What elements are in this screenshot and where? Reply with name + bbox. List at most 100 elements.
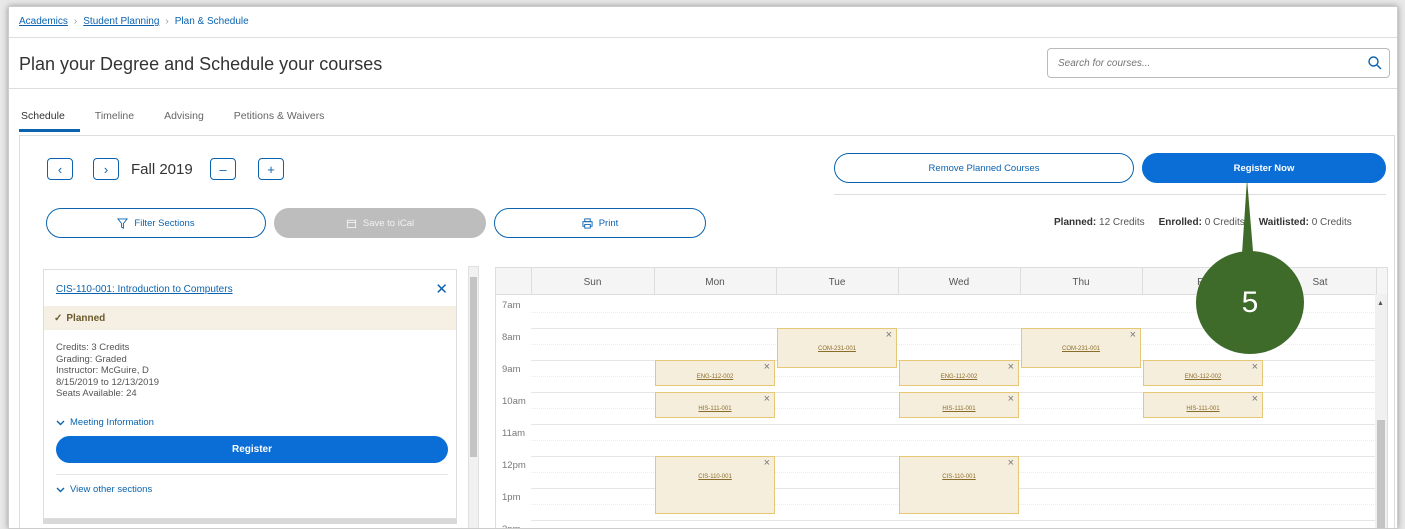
section-title-link[interactable]: CIS-110-001: Introduction to Computers [56, 284, 233, 295]
step-callout: 5 [1196, 251, 1304, 354]
chevron-right-icon: › [103, 161, 109, 177]
column-divider [1376, 268, 1377, 295]
add-term-button[interactable]: + [258, 158, 284, 180]
remove-planned-courses-button[interactable]: Remove Planned Courses [834, 153, 1134, 183]
view-other-sections-label: View other sections [70, 484, 153, 495]
register-label: Register [231, 444, 272, 455]
remove-event-icon[interactable]: × [764, 361, 770, 373]
event-course-link[interactable]: HIS-111-001 [900, 406, 1018, 412]
calendar-event[interactable]: × COM-231-001 [777, 328, 897, 368]
next-term-button[interactable]: › [93, 158, 119, 180]
remove-event-icon[interactable]: × [764, 393, 770, 405]
printer-icon [582, 217, 593, 229]
event-course-link[interactable]: ENG-112-002 [1144, 374, 1262, 380]
calendar-event[interactable]: × HIS-111-001 [1143, 392, 1263, 418]
meeting-information-toggle[interactable]: Meeting Information [56, 417, 154, 428]
remove-event-icon[interactable]: × [1252, 393, 1258, 405]
remove-event-icon[interactable]: × [1008, 361, 1014, 373]
calendar-event[interactable]: × ENG-112-002 [899, 360, 1019, 386]
column-divider [1142, 268, 1143, 295]
minus-icon: – [219, 161, 227, 177]
time-label: 7am [502, 300, 521, 311]
day-header-wed: Wed [948, 277, 970, 288]
column-divider [1020, 268, 1021, 295]
time-label: 8am [502, 332, 521, 343]
previous-term-button[interactable]: ‹ [47, 158, 73, 180]
tab-advising[interactable]: Advising [149, 110, 219, 132]
tab-petitions-waivers[interactable]: Petitions & Waivers [219, 110, 340, 132]
calendar-event[interactable]: × HIS-111-001 [655, 392, 775, 418]
plus-icon: + [267, 161, 275, 177]
event-course-link[interactable]: HIS-111-001 [656, 406, 774, 412]
meeting-information-label: Meeting Information [70, 417, 154, 428]
event-course-link[interactable]: COM-231-001 [1022, 346, 1140, 352]
grid-line [531, 424, 1376, 425]
remove-event-icon[interactable]: × [1008, 393, 1014, 405]
calendar-event[interactable]: × ENG-112-002 [1143, 360, 1263, 386]
card-shadow [43, 519, 457, 524]
remove-term-button[interactable]: – [210, 158, 236, 180]
column-divider [654, 268, 655, 295]
event-course-link[interactable]: ENG-112-002 [656, 374, 774, 380]
section-list-scrollbar[interactable] [468, 266, 479, 528]
register-button[interactable]: Register [56, 436, 448, 463]
calendar-event[interactable]: × COM-231-001 [1021, 328, 1141, 368]
term-label: Fall 2019 [131, 161, 193, 178]
view-other-sections-toggle[interactable]: View other sections [56, 484, 152, 495]
event-course-link[interactable]: HIS-111-001 [1144, 406, 1262, 412]
grid-line [531, 440, 1376, 441]
chevron-left-icon: ‹ [57, 161, 63, 177]
breadcrumb-separator: › [165, 16, 169, 27]
close-icon[interactable]: ✕ [435, 280, 448, 298]
tab-timeline[interactable]: Timeline [80, 110, 149, 132]
day-header-thu: Thu [1072, 277, 1090, 288]
remove-event-icon[interactable]: × [886, 329, 892, 341]
event-course-link[interactable]: CIS-110-001 [656, 474, 774, 480]
chevron-down-icon [56, 420, 65, 425]
scrollbar-thumb[interactable] [470, 277, 477, 457]
status-label: Planned [66, 312, 106, 324]
check-icon: ✓ [54, 312, 63, 324]
save-to-ical-button[interactable]: Save to iCal [274, 208, 486, 238]
remove-event-icon[interactable]: × [764, 457, 770, 469]
tab-schedule[interactable]: Schedule [19, 110, 80, 132]
calendar-event[interactable]: × HIS-111-001 [899, 392, 1019, 418]
filter-sections-button[interactable]: Filter Sections [46, 208, 266, 238]
breadcrumb-student-planning[interactable]: Student Planning [83, 16, 159, 27]
divider [56, 474, 448, 475]
time-label: 11am [502, 428, 526, 439]
event-course-link[interactable]: ENG-112-002 [900, 374, 1018, 380]
grid-line [531, 520, 1376, 521]
search-input[interactable] [1048, 49, 1348, 77]
day-header-tue: Tue [828, 277, 846, 288]
remove-event-icon[interactable]: × [1252, 361, 1258, 373]
save-to-ical-label: Save to iCal [362, 217, 415, 229]
column-divider [776, 268, 777, 295]
time-label: 2pm [502, 524, 520, 528]
search-icon[interactable] [1367, 55, 1383, 71]
calendar-scrollbar[interactable]: ▲ [1375, 294, 1387, 528]
scroll-up-icon[interactable]: ▲ [1377, 300, 1384, 307]
filter-icon [117, 217, 129, 229]
chevron-down-icon [56, 487, 65, 492]
calendar-event[interactable]: × ENG-112-002 [655, 360, 775, 386]
event-course-link[interactable]: COM-231-001 [778, 346, 896, 352]
remove-event-icon[interactable]: × [1130, 329, 1136, 341]
event-course-link[interactable]: CIS-110-001 [900, 474, 1018, 480]
calendar-event[interactable]: × CIS-110-001 [655, 456, 775, 514]
remove-planned-label: Remove Planned Courses [928, 162, 1040, 174]
remove-event-icon[interactable]: × [1008, 457, 1014, 469]
section-grading: Grading: Graded [56, 353, 127, 365]
day-header-sun: Sun [583, 277, 602, 288]
section-details: Credits: 3 Credits Grading: Graded Instr… [56, 342, 159, 400]
tab-bar: Schedule Timeline Advising Petitions & W… [19, 110, 339, 132]
breadcrumb-current: Plan & Schedule [174, 16, 249, 27]
breadcrumb: Academics › Student Planning › Plan & Sc… [19, 16, 249, 27]
planned-status: ✓ Planned [44, 306, 456, 330]
calendar-event[interactable]: × CIS-110-001 [899, 456, 1019, 514]
breadcrumb-academics[interactable]: Academics [19, 16, 68, 27]
waitlisted-credits: Waitlisted: 0 Credits [1258, 217, 1352, 228]
scrollbar-thumb[interactable] [1377, 420, 1385, 528]
search-box [1047, 48, 1390, 78]
print-button[interactable]: Print [494, 208, 706, 238]
